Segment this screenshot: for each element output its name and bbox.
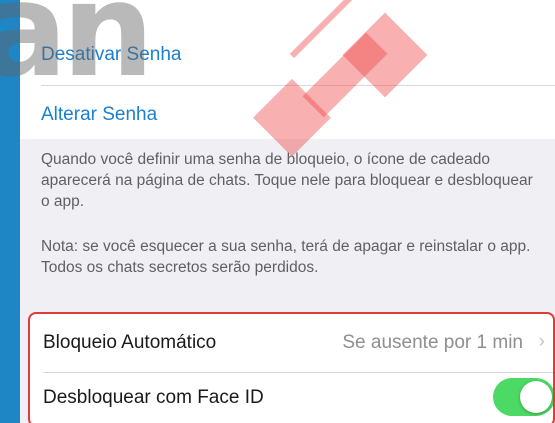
face-id-row: Desbloquear com Face ID (30, 373, 553, 423)
highlighted-settings-group: Bloqueio Automático Se ausente por 1 min… (28, 312, 555, 423)
passcode-footer: Quando você definir uma senha de bloquei… (20, 139, 555, 312)
toggle-knob (520, 381, 552, 413)
auto-lock-value: Se ausente por 1 min (342, 332, 523, 353)
change-passcode-button[interactable]: Alterar Senha (41, 104, 157, 126)
passcode-info-text: Quando você definir uma senha de bloquei… (41, 151, 533, 210)
settings-screen: Desativar Senha Alterar Senha Quando voc… (20, 0, 555, 423)
face-id-toggle[interactable] (493, 378, 553, 416)
chevron-right-icon: › (538, 331, 545, 352)
auto-lock-label: Bloqueio Automático (43, 332, 217, 353)
auto-lock-row[interactable]: Bloqueio Automático Se ausente por 1 min… (30, 314, 553, 372)
passcode-note-text: Nota: se você esquecer a sua senha, terá… (41, 238, 531, 276)
disable-passcode-button[interactable]: Desativar Senha (41, 44, 181, 66)
face-id-label: Desbloquear com Face ID (43, 387, 264, 408)
divider (41, 85, 555, 86)
